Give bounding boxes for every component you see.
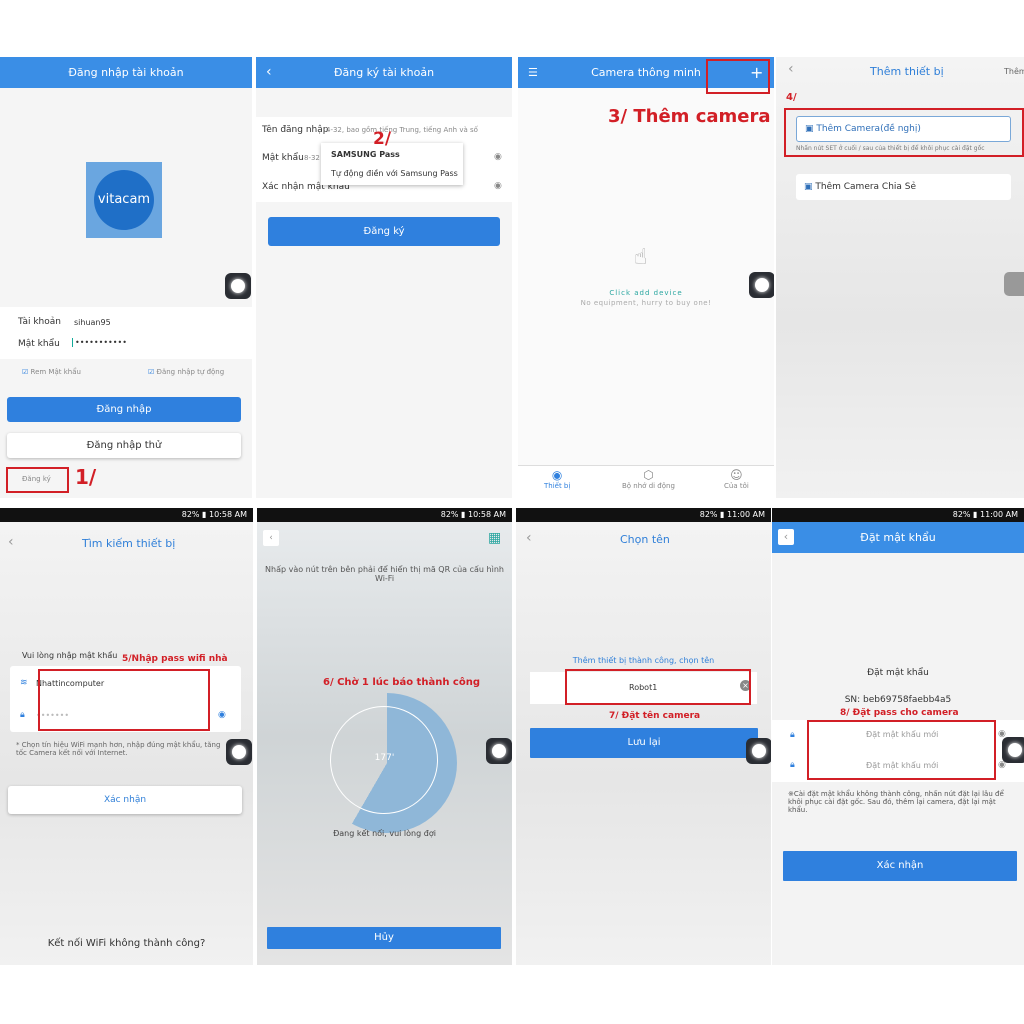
add-device-title: Thêm thiết bị — [870, 65, 944, 78]
step-label: 1/ — [75, 465, 97, 489]
lock-icon: 🔒︎ — [790, 730, 795, 740]
lock-icon: 🔒︎ — [790, 760, 795, 770]
search-device-title: Tìm kiếm thiết bị — [82, 537, 176, 550]
assistive-touch-button[interactable] — [1002, 737, 1024, 763]
countdown: 177' — [374, 753, 395, 763]
panel-set-password: 82% ▮ 11:00 AM ‹ Đặt mật khẩu Đặt mật khẩ… — [772, 508, 1024, 965]
add-shared-camera-button[interactable]: ▣ Thêm Camera Chia Sẻ — [796, 174, 1011, 200]
password-heading: Đặt mật khẩu — [867, 668, 929, 678]
panel-wifi: 82% ▮ 10:58 AM ‹ Tìm kiếm thiết bị Vui l… — [0, 508, 253, 965]
serial-number: SN: beb69758faebb4a5 — [844, 695, 952, 705]
password-input[interactable]: 8-32 — [304, 154, 320, 162]
annotation-box — [784, 108, 1024, 157]
status-bar: 82% ▮ 10:58 AM — [257, 508, 512, 522]
status-bar: 82% ▮ 11:00 AM — [772, 508, 1024, 522]
tap-hand-icon: ☝ — [634, 245, 648, 270]
step-label: 8/ Đặt pass cho camera — [840, 708, 959, 718]
try-login-button[interactable]: Đăng nhập thử — [7, 433, 241, 458]
assistive-touch-button[interactable] — [225, 273, 251, 299]
status-bar: 82% ▮ 10:58 AM — [0, 508, 253, 522]
password-prompt: Vui lòng nhập mật khẩu — [22, 651, 118, 660]
step-label: 5/Nhập pass wifi nhà — [122, 654, 228, 664]
login-title: Đăng nhập tài khoản — [0, 57, 252, 88]
back-icon[interactable]: ‹ — [778, 529, 794, 545]
panel-add-device: ‹ Thêm thiết bị Thêm 4/ ▣ Thêm Camera(đề… — [776, 57, 1024, 498]
tab-devices[interactable]: ◉ Thiết bị — [544, 468, 570, 490]
annotation-box — [706, 59, 770, 94]
tab-me[interactable]: ☺ Của tôi — [724, 468, 749, 490]
auto-login-checkbox[interactable]: ☑ Đăng nhập tự động — [148, 368, 224, 376]
qr-instruction: Nhấp vào nút trên bên phải để hiển thị m… — [265, 565, 504, 583]
annotation-box — [807, 720, 996, 780]
click-add-device[interactable]: Click add device — [518, 289, 774, 297]
account-label: Tài khoản — [18, 317, 61, 327]
wifi-fail-link[interactable]: Kết nối WiFi không thành công? — [0, 938, 253, 949]
status-bar: 82% ▮ 11:00 AM — [516, 508, 771, 522]
password-label: Mật khẩu — [18, 339, 60, 349]
password-input[interactable]: ••••••••••• — [72, 338, 127, 347]
qr-code-icon[interactable]: ▦ — [488, 530, 501, 546]
bottom-nav: ◉ Thiết bị ⬡ Bộ nhớ di động ☺ Của tôi — [518, 465, 774, 498]
cancel-button[interactable]: Hủy — [267, 927, 501, 949]
eye-icon[interactable]: ◉ — [218, 710, 226, 720]
password-label: Mật khẩu — [262, 153, 304, 163]
panel-home: ☰ Camera thông minh + 3/ Thêm camera ☝ Cli… — [518, 57, 774, 498]
panel-connecting: 82% ▮ 10:58 AM ‹ ▦ Nhấp vào nút trên bên… — [257, 508, 512, 965]
panel-login: Đăng nhập tài khoản vitacam Tài khoản si… — [0, 57, 252, 498]
username-label: Tên đăng nhập — [262, 125, 329, 135]
menu-icon[interactable]: ☰ — [528, 57, 538, 88]
remember-checkbox[interactable]: ☑ Rem Mật khẩu — [22, 368, 81, 376]
connecting-text: Đang kết nối, vui lòng đợi — [333, 829, 436, 838]
assistive-touch-button[interactable] — [486, 738, 512, 764]
step-label: 6/ Chờ 1 lúc báo thành công — [323, 677, 480, 688]
annotation-box — [38, 669, 210, 731]
panel-register: ‹ Đăng ký tài khoản Tên đăng nhập 4-32, b… — [256, 57, 512, 498]
back-icon[interactable]: ‹ — [8, 534, 14, 550]
assistive-touch-button[interactable] — [226, 739, 252, 765]
monitor-icon: ▣ — [804, 182, 813, 192]
set-password-title: ‹ Đặt mật khẩu — [772, 522, 1024, 553]
register-title: ‹ Đăng ký tài khoản — [256, 57, 512, 88]
annotation-box — [565, 669, 751, 705]
choose-name-title: Chọn tên — [620, 533, 670, 546]
register-button[interactable]: Đăng ký — [268, 217, 500, 246]
back-icon[interactable]: ‹ — [788, 61, 794, 77]
samsung-pass-popup[interactable]: SAMSUNG Pass Tự động điền với Samsung Pa… — [321, 143, 463, 185]
back-icon[interactable]: ‹ — [526, 530, 532, 546]
confirm-button[interactable]: Xác nhận — [783, 851, 1017, 881]
confirm-button[interactable]: Xác nhận — [8, 786, 242, 814]
back-icon[interactable]: ‹ — [263, 530, 279, 546]
header-right-text: Thêm — [1004, 67, 1024, 76]
assistive-touch-button[interactable] — [746, 738, 771, 764]
wifi-icon: ≋ — [20, 678, 28, 688]
success-text: Thêm thiết bị thành công, chọn tên — [572, 656, 715, 665]
save-button[interactable]: Lưu lại — [530, 728, 758, 758]
login-button[interactable]: Đăng nhập — [7, 397, 241, 422]
username-input[interactable]: 4-32, bao gồm tiếng Trung, tiếng Anh và … — [326, 126, 478, 134]
step-label: 3/ Thêm camera — [608, 106, 771, 127]
assistive-touch-button[interactable] — [749, 272, 774, 298]
eye-icon[interactable]: ◉ — [494, 152, 502, 162]
panel-name: 82% ▮ 11:00 AM ‹ Chọn tên Thêm thiết bị … — [516, 508, 771, 965]
lock-icon: 🔒︎ — [20, 710, 25, 720]
password-note: ※Cài đặt mật khẩu không thành công, nhấn… — [788, 790, 1004, 814]
step-label: 2/ — [373, 129, 392, 149]
wifi-note: * Chọn tín hiệu WiFi mạnh hơn, nhập đúng… — [16, 741, 221, 757]
tab-storage[interactable]: ⬡ Bộ nhớ di động — [622, 468, 675, 490]
no-equipment-text: No equipment, hurry to buy one! — [580, 299, 712, 307]
account-input[interactable]: sihuan95 — [74, 318, 111, 327]
vitacam-logo: vitacam — [86, 162, 162, 238]
back-icon[interactable]: ‹ — [266, 57, 272, 88]
step-label: 4/ — [786, 92, 797, 103]
assistive-touch-button[interactable] — [1004, 272, 1024, 296]
annotation-box — [6, 467, 69, 493]
step-label: 7/ Đặt tên camera — [609, 711, 701, 721]
eye-icon[interactable]: ◉ — [494, 181, 502, 191]
